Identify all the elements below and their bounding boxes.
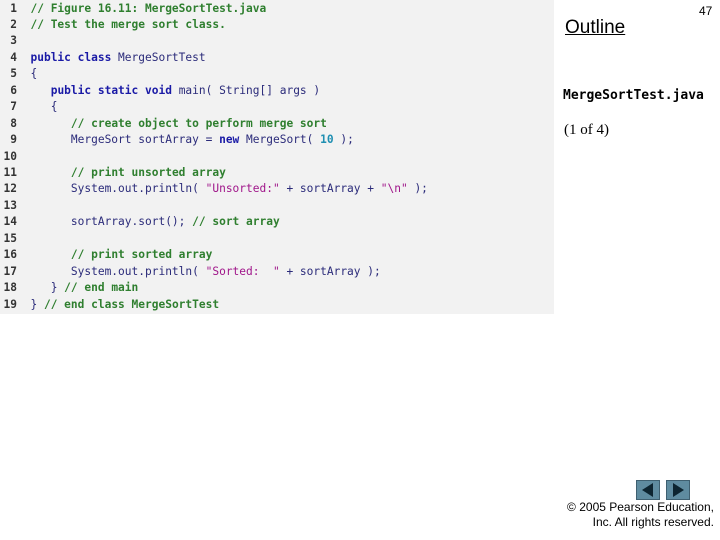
code-token: // sort array <box>192 215 280 229</box>
line-number: 2 <box>10 17 17 31</box>
code-line: 19 } // end class MergeSortTest <box>0 297 220 314</box>
code-line: 17 System.out.println( "Sorted: " + sort… <box>0 264 381 281</box>
line-number: 16 <box>3 248 17 262</box>
code-line: 8 // create object to perform merge sort <box>0 116 327 133</box>
code-line: 3 <box>0 33 30 50</box>
line-number: 7 <box>10 100 17 114</box>
code-token: MergeSort sortArray = <box>30 133 220 147</box>
line-number: 19 <box>3 297 17 311</box>
line-number: 14 <box>3 215 17 229</box>
code-token: public static void <box>50 83 172 97</box>
code-line: 4 public class MergeSortTest <box>0 50 206 67</box>
code-line: 11 // print unsorted array <box>0 165 226 182</box>
code-line: 16 // print sorted array <box>0 247 213 264</box>
line-number: 12 <box>3 182 17 196</box>
code-token: // Test the merge sort class. <box>30 17 226 31</box>
triangle-right-icon <box>673 483 684 497</box>
copyright-line: Inc. All rights reserved. <box>592 515 714 529</box>
code-token: // end class MergeSortTest <box>43 297 220 311</box>
code-token: // create object to perform merge sort <box>70 116 327 130</box>
code-token: System.out.println( <box>30 182 206 196</box>
line-number: 18 <box>3 281 17 295</box>
triangle-left-icon <box>642 483 653 497</box>
code-token: // end main <box>64 281 139 295</box>
code-token: main( String[] args ) <box>171 83 321 97</box>
line-number: 1 <box>10 1 17 15</box>
line-number: 11 <box>3 166 17 179</box>
line-number: 5 <box>10 67 17 81</box>
code-line: 1 // Figure 16.11: MergeSortTest.java <box>0 1 266 18</box>
code-token: } <box>30 297 44 311</box>
code-line: 14 sortArray.sort(); // sort array <box>0 214 280 231</box>
line-number: 10 <box>3 149 17 163</box>
code-token: System.out.println( <box>30 264 206 278</box>
line-number: 13 <box>3 198 17 212</box>
code-token: new <box>219 133 240 147</box>
code-token: { <box>30 67 38 81</box>
file-name: MergeSortTest.java <box>563 88 704 103</box>
code-line: 15 <box>0 231 30 248</box>
line-number: 6 <box>10 83 17 97</box>
code-token: "Sorted: " <box>205 264 280 278</box>
code-token: ); <box>407 182 428 196</box>
page-number: 47 <box>699 4 713 18</box>
code-line: 2 // Test the merge sort class. <box>0 17 226 34</box>
part-label: (1 of 4) <box>564 122 609 138</box>
next-slide-button[interactable] <box>666 480 690 500</box>
code-token: MergeSort( <box>239 133 321 147</box>
code-line: 6 public static void main( String[] args… <box>0 83 320 100</box>
code-token: // print sorted array <box>70 248 213 262</box>
code-line: 12 System.out.println( "Unsorted:" + sor… <box>0 181 428 198</box>
code-listing-panel: 1 // Figure 16.11: MergeSortTest.java 2 /… <box>0 0 554 314</box>
code-line: 10 <box>0 149 30 166</box>
previous-slide-button[interactable] <box>636 480 660 500</box>
copyright-line: © 2005 Pearson Education, <box>567 500 714 514</box>
code-line: 9 MergeSort sortArray = new MergeSort( 1… <box>0 132 354 149</box>
code-token: sortArray.sort(); <box>30 215 193 229</box>
code-token: { <box>30 100 58 114</box>
line-number: 3 <box>10 34 17 48</box>
line-number: 8 <box>10 116 17 130</box>
line-number: 4 <box>10 50 17 64</box>
line-number: 9 <box>10 133 17 147</box>
code-token: "Unsorted:" <box>205 182 280 196</box>
code-line: 5 { <box>0 66 37 83</box>
line-number: 15 <box>3 231 17 245</box>
code-token: // print unsorted array <box>70 166 226 179</box>
code-token: public class <box>30 50 112 64</box>
code-token: } <box>30 281 65 295</box>
copyright-notice: © 2005 Pearson Education, Inc. All right… <box>548 500 714 530</box>
code-token: "\n" <box>380 182 408 196</box>
code-line: 7 { <box>0 99 57 116</box>
code-token: + sortArray ); <box>279 264 381 278</box>
code-token: MergeSortTest <box>111 50 206 64</box>
code-token: // Figure 16.11: MergeSortTest.java <box>30 1 267 15</box>
line-number: 17 <box>3 264 17 278</box>
outline-link[interactable]: Outline <box>565 17 625 39</box>
code-line: 13 <box>0 198 30 215</box>
code-token: 10 <box>320 133 334 147</box>
code-token: + sortArray + <box>279 182 381 196</box>
code-line: 18 } // end main <box>0 280 139 297</box>
code-token: ); <box>333 133 354 147</box>
